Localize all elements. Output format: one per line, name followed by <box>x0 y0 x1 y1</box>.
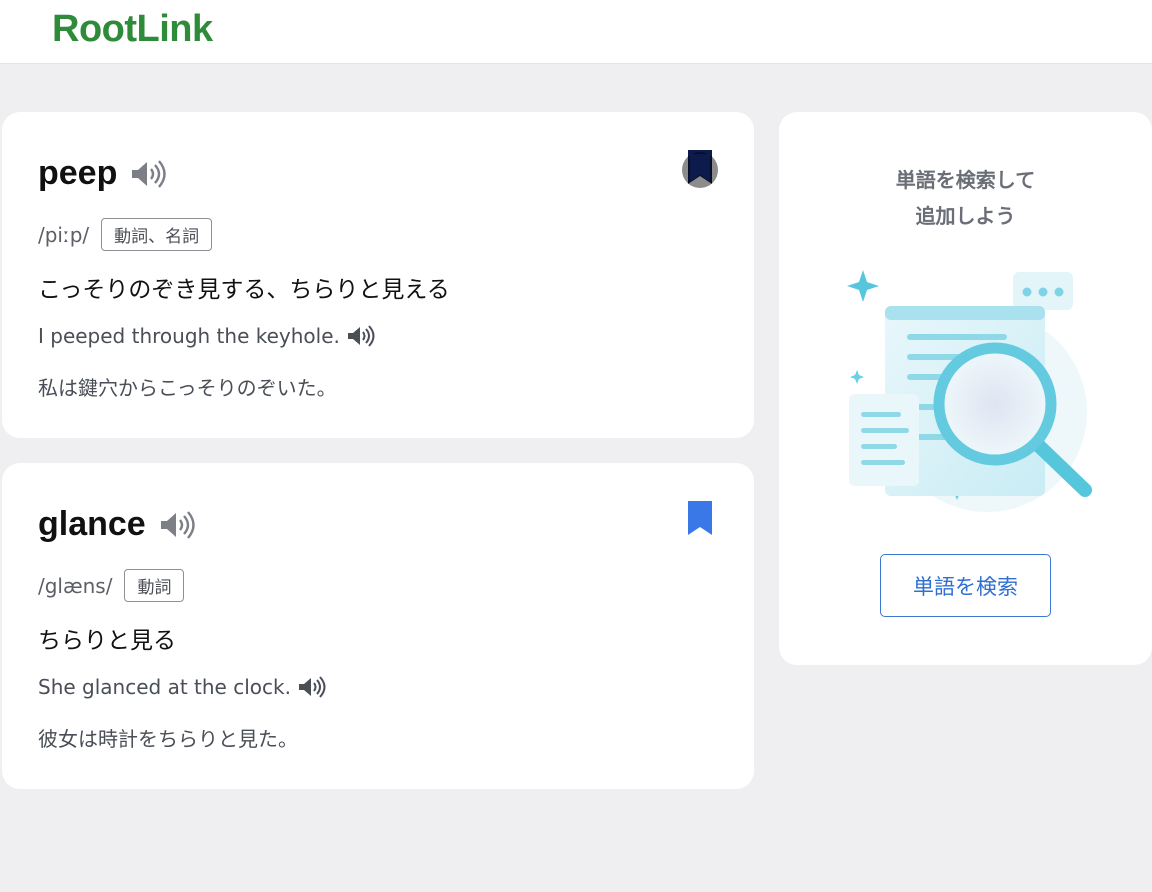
word-heading: peep <box>38 154 167 193</box>
part-of-speech-tag: 動詞 <box>124 569 185 602</box>
speaker-icon[interactable] <box>346 325 376 347</box>
pronunciation-row: /glæns/ 動詞 <box>38 569 185 602</box>
bookmark-icon[interactable] <box>680 499 720 543</box>
phonetic-text: /piːp/ <box>38 222 90 247</box>
speaker-icon[interactable] <box>129 159 167 189</box>
example-japanese: 彼女は時計をちらりと見た。 <box>38 727 298 751</box>
example-japanese: 私は鍵穴からこっそりのぞいた。 <box>38 376 337 400</box>
example-english-text: I peeped through the keyhole. <box>38 324 340 348</box>
panel-title: 単語を検索して 追加しよう <box>779 162 1152 234</box>
bookmark-icon[interactable] <box>680 148 720 192</box>
word-title: peep <box>38 154 118 192</box>
search-word-button[interactable]: 単語を検索 <box>880 554 1051 617</box>
phonetic-text: /glæns/ <box>38 573 113 598</box>
word-meaning: こっそりのぞき見する、ちらりと見える <box>38 277 450 303</box>
word-meaning: ちらりと見る <box>38 628 176 654</box>
top-bar: RootLink <box>0 0 1152 64</box>
app-logo[interactable]: RootLink <box>52 8 213 51</box>
speaker-icon[interactable] <box>158 510 196 540</box>
word-card: peep /piːp/ 動詞、名詞 こっそりのぞき見する、ちらりと見える I p… <box>2 112 754 438</box>
magnifier-document-illustration <box>847 270 1092 512</box>
panel-title-line: 追加しよう <box>915 204 1016 228</box>
search-prompt-panel: 単語を検索して 追加しよう 単語を検索 <box>779 112 1152 665</box>
pronunciation-row: /piːp/ 動詞、名詞 <box>38 218 213 251</box>
example-english: She glanced at the clock. <box>38 675 327 699</box>
speaker-icon[interactable] <box>297 676 327 698</box>
example-english: I peeped through the keyhole. <box>38 324 376 348</box>
part-of-speech-tag: 動詞、名詞 <box>101 218 213 251</box>
word-heading: glance <box>38 505 196 544</box>
panel-title-line: 単語を検索して <box>895 168 1036 192</box>
example-english-text: She glanced at the clock. <box>38 675 291 699</box>
word-title: glance <box>38 505 146 543</box>
word-card: glance /glæns/ 動詞 ちらりと見る She glanced at … <box>2 463 754 789</box>
